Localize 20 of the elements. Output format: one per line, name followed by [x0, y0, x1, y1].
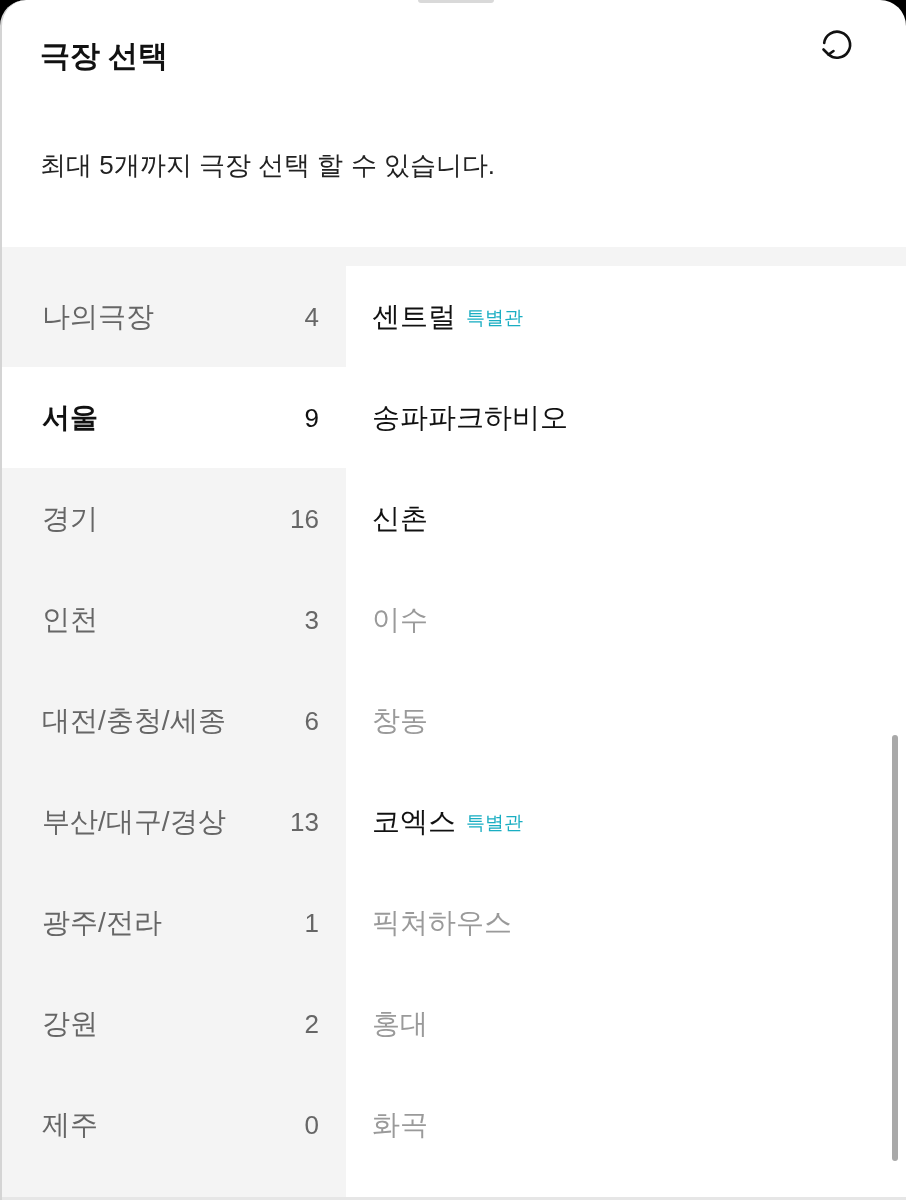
- region-tab[interactable]: 서울 9: [2, 367, 346, 468]
- theater-item[interactable]: 센트럴: [372, 298, 456, 335]
- special-hall-label: 특별관: [466, 810, 523, 835]
- scrollbar-thumb[interactable]: [892, 735, 898, 1161]
- theater-item[interactable]: 신촌: [372, 500, 428, 537]
- theater-count: 0: [304, 1108, 319, 1142]
- theater-item[interactable]: 코엑스: [372, 803, 456, 840]
- theater-count: 6: [304, 704, 319, 738]
- selection-limit-text: 최대 5개까지 극장 선택 할 수 있습니다.: [40, 149, 496, 182]
- theater-count: 4: [304, 300, 319, 334]
- theater-count: 3: [304, 603, 319, 637]
- drag-handle[interactable]: [418, 0, 494, 3]
- theater-item[interactable]: 송파파크하비오: [372, 399, 568, 436]
- theater-count: 9: [304, 401, 319, 435]
- special-hall-label: 특별관: [466, 305, 523, 330]
- theater-count: 1: [304, 906, 319, 940]
- sheet-title: 극장 선택: [40, 38, 169, 74]
- theater-count: 16: [290, 502, 319, 536]
- theater-count: 13: [290, 805, 319, 839]
- theater-count: 2: [304, 1007, 319, 1041]
